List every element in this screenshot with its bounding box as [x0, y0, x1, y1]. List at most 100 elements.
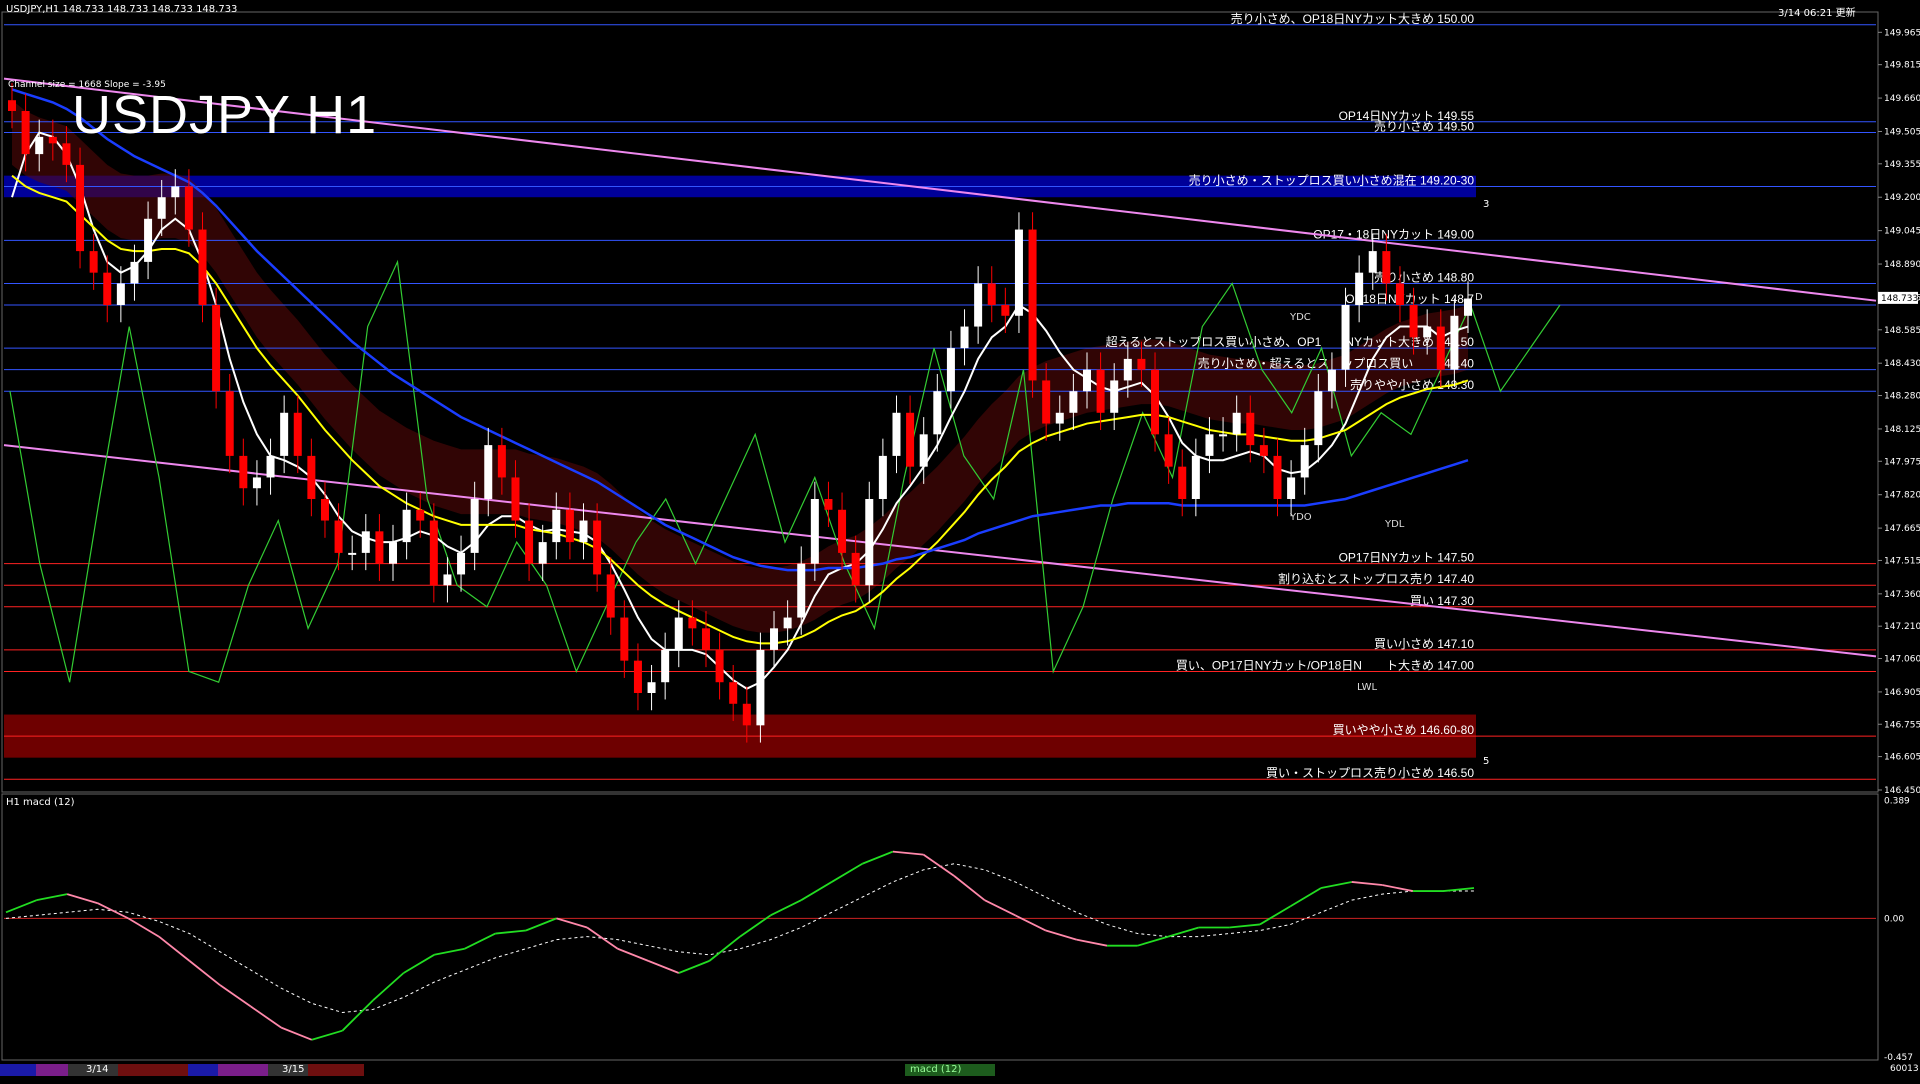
- candle-body-60: [824, 499, 833, 510]
- price-level-label-14: 買い、OP17日NYカット/OP18日N ト大きめ 147.00: [1176, 658, 1474, 672]
- candle-body-57: [783, 617, 792, 629]
- candle-body-3: [48, 136, 57, 144]
- candle-body-51: [701, 628, 710, 650]
- candle-body-59: [810, 499, 819, 564]
- candle-body-99: [1355, 272, 1364, 305]
- marker-2: YDL: [1384, 519, 1405, 530]
- candle-body-31: [429, 520, 438, 586]
- macd-y-tick-1: 0.00: [1884, 914, 1904, 924]
- candle-body-36: [497, 445, 506, 478]
- candle-body-17: [239, 455, 248, 489]
- y-tick-label-10: 148.430: [1884, 359, 1920, 369]
- y-tick-label-4: 149.355: [1884, 160, 1920, 170]
- y-tick-label-3: 149.505: [1884, 127, 1920, 137]
- candle-body-22: [307, 455, 316, 499]
- candle-body-43: [593, 520, 602, 575]
- tab-seg-1[interactable]: [0, 1064, 36, 1076]
- macd-seg-17: [495, 929, 527, 935]
- candle-body-44: [606, 574, 615, 618]
- macd-seg-8: [219, 984, 252, 1008]
- macd-seg-11: [311, 1029, 343, 1041]
- macd-seg-29: [862, 850, 894, 865]
- candle-body-73: [1001, 305, 1010, 316]
- price-level-label-15: 買いやや小さめ 146.60-80: [1333, 723, 1475, 737]
- price-level-label-11: 割り込むとストップロス売り 147.40: [1278, 571, 1474, 586]
- y-tick-label-14: 147.820: [1884, 491, 1920, 501]
- candle-body-86: [1178, 466, 1187, 499]
- candle-body-84: [1151, 369, 1160, 435]
- candle-body-5: [76, 164, 85, 252]
- candle-body-14: [198, 229, 207, 305]
- candle-body-61: [838, 509, 847, 553]
- update-time: 3/14 06:21 更新: [1778, 8, 1856, 19]
- marker-0: YDC: [1289, 312, 1311, 323]
- tab-seg-8[interactable]: [308, 1064, 364, 1076]
- candle-body-103: [1409, 305, 1418, 338]
- candle-body-67: [919, 434, 928, 467]
- candle-body-93: [1273, 455, 1282, 499]
- macd-seg-23: [678, 960, 710, 974]
- candle-body-104: [1423, 326, 1432, 338]
- candle-body-46: [633, 660, 642, 693]
- candle-body-80: [1096, 369, 1105, 413]
- y-tick-label-13: 147.975: [1884, 457, 1920, 467]
- candle-body-45: [620, 617, 629, 661]
- candle-body-52: [715, 649, 724, 683]
- chart-window[interactable]: 売り小さめ、OP18日NYカット大きめ 150.00 OP14日NYカット 149…: [0, 0, 1920, 1080]
- macd-seg-16: [464, 932, 496, 950]
- candle-body-105: [1436, 326, 1445, 370]
- macd-seg-28: [831, 862, 863, 883]
- macd-seg-32: [953, 875, 986, 901]
- candle-body-10: [144, 218, 153, 262]
- y-tick-label-22: 146.605: [1884, 753, 1920, 763]
- y-tick-label-6: 149.045: [1884, 227, 1920, 237]
- candle-body-32: [443, 574, 452, 586]
- candle-body-24: [334, 520, 343, 553]
- candle-body-78: [1069, 391, 1078, 413]
- tab-seg-6[interactable]: [218, 1064, 268, 1076]
- y-tick-label-5: 149.200: [1884, 193, 1920, 203]
- macd-seg-33: [984, 899, 1016, 917]
- price-level-label-13: 買い小さめ 147.10: [1374, 637, 1474, 651]
- candle-body-34: [470, 499, 479, 553]
- candle-body-98: [1341, 305, 1350, 370]
- y-tick-label-0: 149.965: [1884, 28, 1920, 38]
- candle-body-40: [552, 509, 561, 543]
- macd-seg-48: [1443, 887, 1475, 892]
- candle-body-83: [1137, 358, 1146, 370]
- price-level-label-2: 売り小さめ 149.50: [1374, 119, 1474, 134]
- moving-average-2: [11, 88, 1469, 572]
- candle-body-35: [484, 445, 493, 499]
- y-tick-label-9: 148.585: [1884, 326, 1920, 336]
- candle-body-49: [674, 617, 683, 650]
- tab-seg-2[interactable]: [36, 1064, 68, 1076]
- candle-body-71: [974, 283, 983, 327]
- marker-1: YDO: [1289, 512, 1312, 523]
- candle-body-66: [906, 412, 915, 467]
- candle-body-33: [457, 552, 466, 575]
- candle-body-50: [688, 617, 697, 629]
- macd-frame: [1, 793, 1879, 1061]
- y-tick-label-18: 147.210: [1884, 622, 1920, 632]
- price-level-label-7: 超えるとストップロス買い小さめ、OP1 NYカット大きめ 148.50: [1106, 334, 1475, 349]
- macd-seg-44: [1320, 881, 1352, 889]
- marker-6: 5: [1483, 756, 1489, 767]
- candle-body-13: [184, 186, 193, 230]
- candle-body-7: [103, 272, 112, 305]
- tab-seg-5[interactable]: [188, 1064, 218, 1076]
- y-tick-label-19: 147.060: [1884, 655, 1920, 665]
- macd-seg-6: [158, 935, 191, 962]
- candle-body-68: [933, 391, 942, 435]
- candle-body-82: [1123, 358, 1132, 381]
- price-chart[interactable]: 売り小さめ、OP18日NYカット大きめ 150.00OP14日NYカット 149…: [0, 0, 1920, 1080]
- candle-body-16: [225, 391, 234, 456]
- tab-seg-4[interactable]: [118, 1064, 188, 1076]
- candle-body-100: [1368, 251, 1377, 273]
- macd-seg-27: [800, 881, 833, 901]
- candle-body-70: [960, 326, 969, 349]
- candle-body-18: [252, 477, 261, 489]
- macd-seg-19: [556, 917, 588, 929]
- y-tick-label-12: 148.125: [1884, 425, 1920, 435]
- candle-body-42: [579, 520, 588, 543]
- price-level-label-3: 売り小さめ・ストップロス買い小さめ混在 149.20-30: [1189, 172, 1475, 187]
